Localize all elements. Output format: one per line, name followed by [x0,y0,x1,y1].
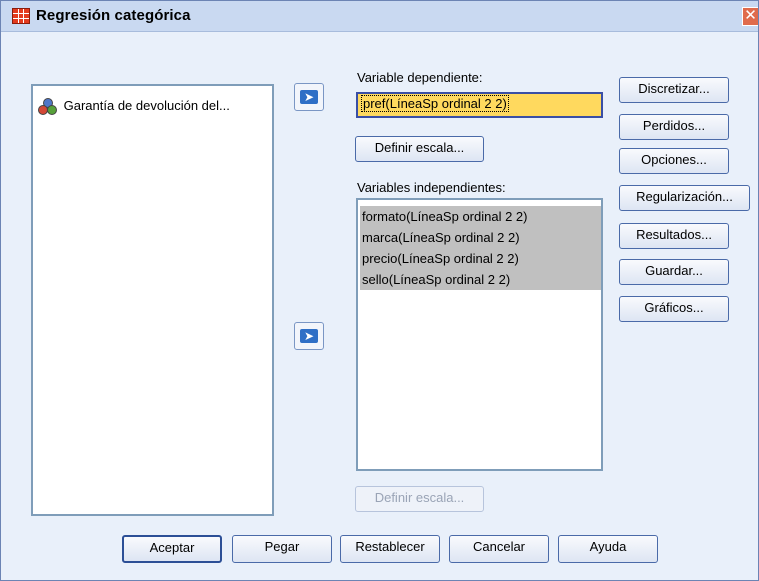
list-item[interactable]: marca(LíneaSp ordinal 2 2) [360,227,601,248]
arrow-left-icon: ➤ [300,90,318,104]
ok-button[interactable]: Aceptar [122,535,222,563]
arrow-left-icon: ➤ [300,329,318,343]
title-bar[interactable]: Regresión categórica ✕ [1,1,758,32]
dependent-variable-label: Variable dependiente: [357,70,483,85]
paste-button[interactable]: Pegar [232,535,332,563]
output-button[interactable]: Resultados... [619,223,729,249]
move-independent-button[interactable]: ➤ [294,322,324,350]
close-icon: ✕ [744,7,757,24]
reset-button[interactable]: Restablecer [340,535,440,563]
help-button[interactable]: Ayuda [558,535,658,563]
independent-variables-label: Variables independientes: [357,180,506,195]
table-app-icon [12,8,30,24]
list-item[interactable]: formato(LíneaSp ordinal 2 2) [360,206,601,227]
move-dependent-button[interactable]: ➤ [294,83,324,111]
discretize-button[interactable]: Discretizar... [619,77,729,103]
list-item-label: Garantía de devolución del... [63,98,230,113]
missing-button[interactable]: Perdidos... [619,114,729,140]
independent-variables-list[interactable]: formato(LíneaSp ordinal 2 2) marca(Línea… [356,198,603,471]
save-button[interactable]: Guardar... [619,259,729,285]
nominal-variable-icon [38,97,58,116]
dependent-variable-value: pref(LíneaSp ordinal 2 2) [361,95,509,112]
source-variable-list[interactable]: Garantía de devolución del... [31,84,274,516]
regularization-button[interactable]: Regularización... [619,185,750,211]
dialog-window: Regresión categórica ✕ Garantía de devol… [0,0,759,581]
list-item[interactable]: sello(LíneaSp ordinal 2 2) [360,269,601,290]
list-item[interactable]: precio(LíneaSp ordinal 2 2) [360,248,601,269]
dependent-variable-field[interactable]: pref(LíneaSp ordinal 2 2) [356,92,603,118]
window-title: Regresión categórica [36,7,191,24]
dialog-content: Garantía de devolución del... ➤ ➤ Variab… [1,32,758,580]
list-item[interactable]: Garantía de devolución del... [38,96,230,116]
define-scale-independent-button[interactable]: Definir escala... [355,486,484,512]
options-button[interactable]: Opciones... [619,148,729,174]
cancel-button[interactable]: Cancelar [449,535,549,563]
close-button[interactable]: ✕ [742,7,758,26]
define-scale-dependent-button[interactable]: Definir escala... [355,136,484,162]
plots-button[interactable]: Gráficos... [619,296,729,322]
